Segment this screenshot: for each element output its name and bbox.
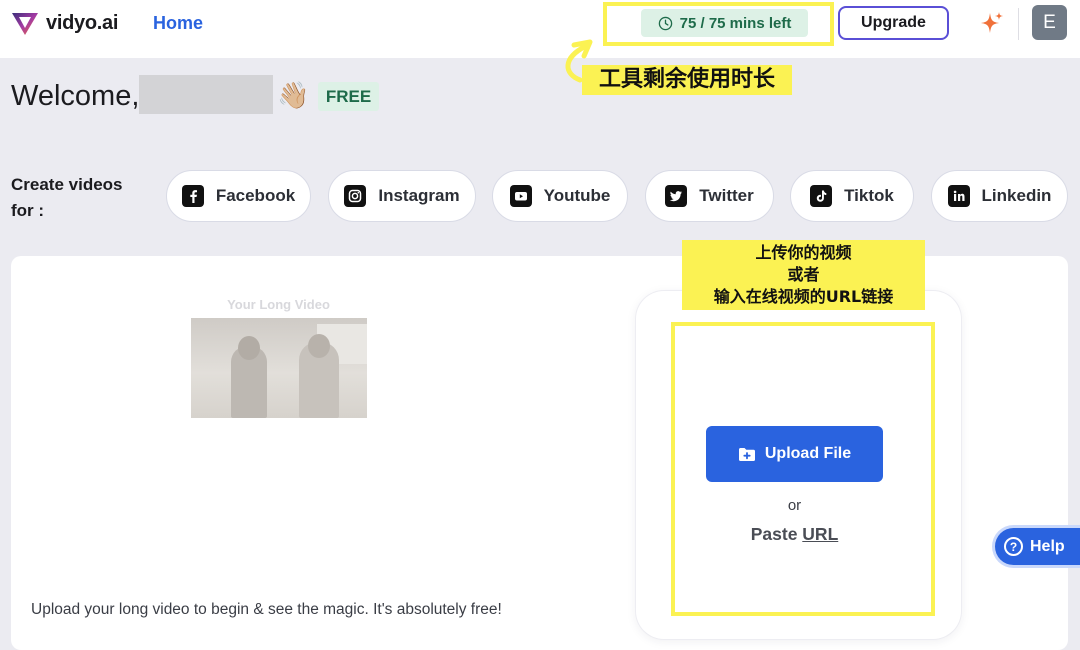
plan-badge: FREE <box>318 82 379 111</box>
upload-file-label: Upload File <box>764 445 852 462</box>
platform-label: Tiktok <box>844 186 894 205</box>
upload-file-button[interactable]: Upload File <box>706 426 883 482</box>
linkedin-icon <box>947 185 970 207</box>
paste-url-link[interactable]: URL <box>802 524 838 544</box>
platform-youtube-button[interactable]: Youtube <box>492 170 628 222</box>
brand-name: vidyo.ai <box>46 11 119 34</box>
redacted-username <box>139 75 273 114</box>
credits-annotation-label: 工具剩余使用时长 <box>582 65 792 95</box>
platform-linkedin-button[interactable]: Linkedin <box>931 170 1068 222</box>
upload-note-line2: 或者 <box>787 265 820 284</box>
question-icon: ? <box>1004 537 1023 556</box>
or-separator: or <box>787 497 802 514</box>
twitter-icon <box>665 185 688 207</box>
folder-plus-icon <box>738 447 755 461</box>
platform-label: Youtube <box>543 186 611 205</box>
platform-tiktok-button[interactable]: Tiktok <box>790 170 914 222</box>
create-videos-label: Create videos for : <box>11 172 123 224</box>
sample-video-thumbnail <box>191 318 367 418</box>
tiktok-icon <box>810 185 833 207</box>
create-label-line1: Create videos <box>11 175 123 194</box>
youtube-icon <box>509 185 532 207</box>
instagram-icon <box>344 185 367 207</box>
sparkle-icon[interactable] <box>978 10 1006 38</box>
platform-label: Instagram <box>378 186 460 205</box>
nav-home-link[interactable]: Home <box>153 13 203 34</box>
help-label: Help <box>1030 537 1065 555</box>
preview-title: Your Long Video <box>227 297 330 312</box>
top-header: vidyo.ai Home 75 / 75 mins left Upgrade … <box>0 0 1080 58</box>
thumbnail-head-left <box>238 336 260 360</box>
upload-note-line1: 上传你的视频 <box>755 243 852 262</box>
upload-caption: Upload your long video to begin & see th… <box>31 601 502 618</box>
platform-facebook-button[interactable]: Facebook <box>166 170 311 222</box>
platform-label: Twitter <box>699 186 754 205</box>
paste-prefix: Paste <box>750 524 803 544</box>
brand-logo[interactable]: vidyo.ai <box>10 8 118 38</box>
thumbnail-head-right <box>308 334 330 358</box>
paste-url-row: Paste URL <box>706 524 883 545</box>
user-avatar[interactable]: E <box>1032 5 1067 40</box>
credits-highlight-box <box>603 2 834 46</box>
welcome-heading: Welcome, <box>11 80 140 112</box>
header-divider <box>1018 8 1019 40</box>
platform-instagram-button[interactable]: Instagram <box>328 170 476 222</box>
help-button[interactable]: ? Help <box>995 528 1080 565</box>
facebook-icon <box>181 185 204 207</box>
upload-note-line3: 输入在线视频的URL链接 <box>713 287 894 306</box>
upload-annotation-label: 上传你的视频 或者 输入在线视频的URL链接 <box>682 240 925 310</box>
vidyo-logo-icon <box>12 13 38 35</box>
platform-label: Linkedin <box>981 186 1052 205</box>
upgrade-button[interactable]: Upgrade <box>838 6 949 40</box>
platform-label: Facebook <box>215 186 296 205</box>
create-label-line2: for : <box>11 201 45 220</box>
platform-twitter-button[interactable]: Twitter <box>645 170 774 222</box>
waving-hand-emoji: 👋🏼 <box>277 80 310 110</box>
